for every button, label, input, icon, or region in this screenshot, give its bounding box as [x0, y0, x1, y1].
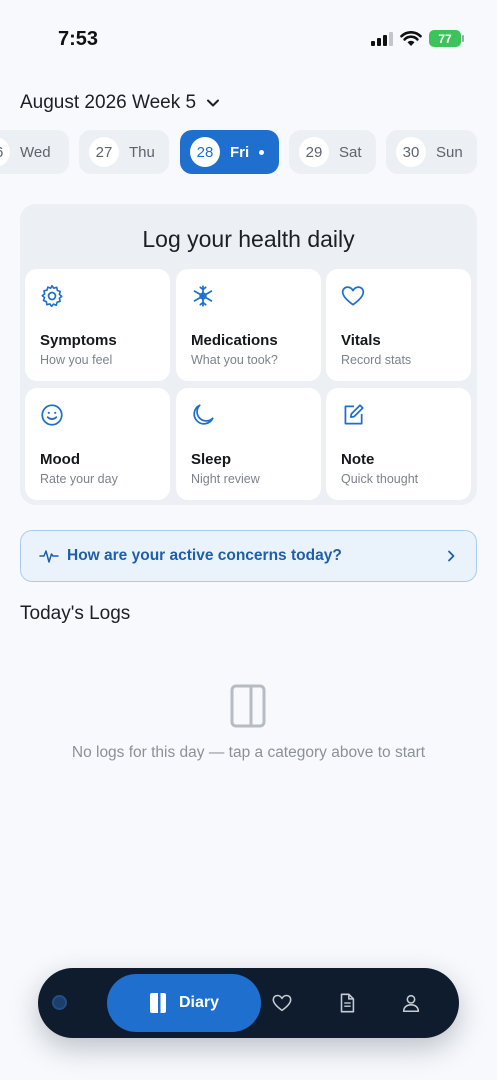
- empty-state-text: No logs for this day — tap a category ab…: [71, 744, 426, 761]
- book-icon: [149, 993, 166, 1013]
- day-label: Thu: [129, 143, 155, 161]
- todays-logs-heading: Today's Logs: [20, 603, 131, 624]
- week-selector[interactable]: August 2026 Week 5: [20, 92, 220, 114]
- day-label: Fri: [230, 143, 250, 161]
- day-chip-fri-selected[interactable]: 28 Fri: [180, 130, 279, 174]
- tile-mood[interactable]: Mood Rate your day: [25, 388, 170, 500]
- tile-title: Vitals: [341, 332, 381, 349]
- assistant-orb-icon[interactable]: [52, 995, 67, 1010]
- tile-subtitle: Quick thought: [341, 472, 419, 486]
- day-strip: 26 Wed 27 Thu 28 Fri 29 Sat 30 Sun: [0, 130, 497, 175]
- edit-icon: [344, 404, 364, 425]
- tile-subtitle: Record stats: [341, 353, 412, 367]
- document-icon[interactable]: [336, 992, 358, 1014]
- day-number: 28: [190, 137, 220, 167]
- tile-title: Sleep: [191, 451, 232, 468]
- status-time: 7:53: [58, 28, 99, 50]
- day-chip-wed[interactable]: 26 Wed: [0, 130, 69, 174]
- profile-icon[interactable]: [400, 992, 422, 1014]
- heart-icon[interactable]: [271, 992, 293, 1014]
- day-label: Sun: [436, 143, 463, 161]
- chevron-right-icon: [448, 550, 455, 562]
- day-chip-thu[interactable]: 27 Thu: [79, 130, 169, 174]
- tab-diary[interactable]: Diary: [107, 974, 261, 1032]
- tab-diary-label: Diary: [178, 994, 220, 1011]
- bottom-tab-bar: Diary: [38, 968, 459, 1038]
- battery-indicator: 77: [429, 30, 464, 47]
- book-icon: [230, 684, 266, 728]
- wifi-icon: [400, 30, 422, 46]
- tile-title: Note: [341, 451, 375, 468]
- day-number: 30: [396, 137, 426, 167]
- day-number: 29: [299, 137, 329, 167]
- tile-medications[interactable]: Medications What you took?: [176, 269, 321, 381]
- gear-icon: [41, 284, 63, 308]
- tile-note[interactable]: Note Quick thought: [326, 388, 471, 500]
- tile-symptoms[interactable]: Symptoms How you feel: [25, 269, 170, 381]
- heart-icon: [341, 286, 365, 306]
- tile-subtitle: Rate your day: [40, 472, 118, 486]
- active-concerns-banner[interactable]: How are your active concerns today?: [20, 530, 477, 582]
- week-label: August 2026 Week 5: [20, 92, 197, 113]
- snowflake-icon: [193, 285, 213, 307]
- day-number: 27: [89, 137, 119, 167]
- moon-icon: [193, 404, 214, 425]
- pulse-icon: [39, 550, 59, 563]
- day-chip-sat[interactable]: 29 Sat: [289, 130, 376, 174]
- chevron-down-icon: [207, 99, 220, 107]
- tile-subtitle: Night review: [191, 472, 260, 486]
- day-number: 26: [0, 137, 10, 167]
- selected-dot: [259, 149, 265, 155]
- tile-title: Mood: [40, 451, 80, 468]
- tile-subtitle: What you took?: [191, 353, 278, 367]
- smile-icon: [41, 404, 63, 426]
- status-bar: 7:53 77: [0, 0, 497, 80]
- status-icons: 77: [371, 30, 464, 47]
- tile-title: Symptoms: [40, 332, 117, 349]
- tile-sleep[interactable]: Sleep Night review: [176, 388, 321, 500]
- log-health-panel: Log your health daily Symptoms How you f…: [20, 204, 477, 505]
- day-label: Sat: [339, 143, 362, 161]
- signal-icon: [371, 31, 393, 46]
- tile-vitals[interactable]: Vitals Record stats: [326, 269, 471, 381]
- day-chip-sun[interactable]: 30 Sun: [386, 130, 477, 174]
- active-concerns-text: How are your active concerns today?: [67, 547, 342, 564]
- tile-title: Medications: [191, 332, 278, 349]
- day-label: Wed: [20, 143, 51, 161]
- tile-subtitle: How you feel: [40, 353, 113, 367]
- log-panel-title: Log your health daily: [142, 226, 355, 252]
